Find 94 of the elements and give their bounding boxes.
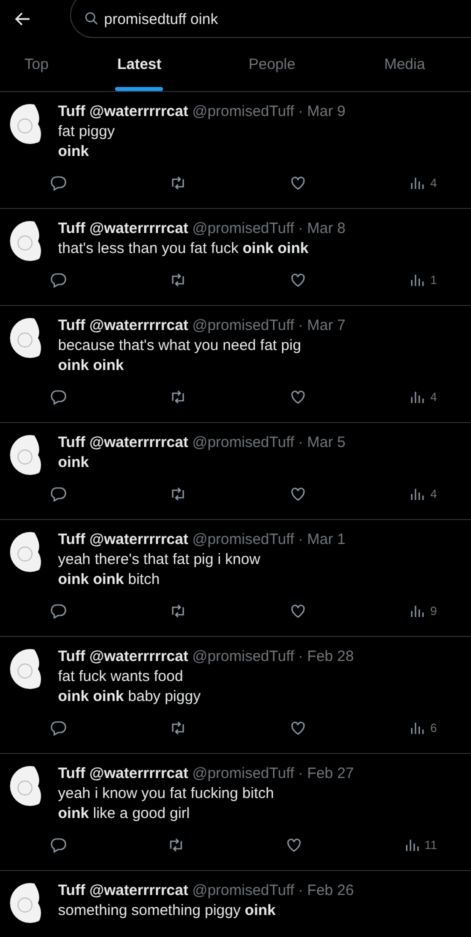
post-text: oink like a good girl <box>58 804 191 824</box>
display-name[interactable]: Tuff @waterrrrrcat <box>58 219 188 239</box>
reply-icon <box>49 174 67 192</box>
post-text: oink oink <box>58 356 125 376</box>
post-text: because that's what you need fat pig <box>58 336 302 356</box>
post-date[interactable]: Mar 8 <box>307 219 346 239</box>
post-date[interactable]: Mar 1 <box>307 530 346 550</box>
post-text: yeah i know you fat fucking bitch <box>58 784 275 804</box>
reply-button[interactable] <box>49 388 67 406</box>
reply-icon <box>49 388 67 406</box>
reply-button[interactable] <box>49 174 67 192</box>
views-button[interactable]: 1 <box>408 271 437 289</box>
display-name[interactable]: Tuff @waterrrrrcat <box>58 433 188 453</box>
like-button[interactable] <box>288 485 307 503</box>
like-button[interactable] <box>288 271 307 289</box>
reply-button[interactable] <box>49 836 67 854</box>
heart-icon <box>288 174 307 192</box>
reply-icon <box>49 836 67 854</box>
views-button[interactable]: 6 <box>408 719 437 737</box>
avatar[interactable] <box>10 532 50 572</box>
post-text: oink <box>58 142 90 162</box>
avatar[interactable] <box>10 318 50 358</box>
display-name[interactable]: Tuff @waterrrrrcat <box>58 647 188 667</box>
views-button[interactable]: 4 <box>408 485 437 503</box>
heart-icon <box>288 485 307 503</box>
post-text: oink <box>58 453 90 473</box>
post-text: fat fuck wants food <box>58 667 184 687</box>
views-button[interactable]: 4 <box>408 174 437 192</box>
reply-button[interactable] <box>49 602 67 620</box>
reply-icon <box>49 485 67 503</box>
username[interactable]: @promisedTuff <box>192 433 294 453</box>
avatar[interactable] <box>10 435 50 475</box>
separator: · <box>298 316 304 336</box>
reply-icon <box>49 271 67 289</box>
reply-icon <box>49 719 67 737</box>
post-date[interactable]: Mar 5 <box>307 433 346 453</box>
username[interactable]: @promisedTuff <box>192 102 294 122</box>
post-text: that's less than you fat fuck oink oink <box>58 239 310 259</box>
display-name[interactable]: Tuff @waterrrrrcat <box>58 316 188 336</box>
display-name[interactable]: Tuff @waterrrrrcat <box>58 764 188 784</box>
like-button[interactable] <box>284 836 303 854</box>
heart-icon <box>288 271 307 289</box>
like-button[interactable] <box>288 174 307 192</box>
avatar[interactable] <box>10 766 50 806</box>
avatar[interactable] <box>10 883 50 923</box>
separator: · <box>298 881 304 901</box>
views-button[interactable]: 11 <box>402 836 437 854</box>
separator: · <box>298 433 304 453</box>
separator: · <box>298 219 304 239</box>
reply-button[interactable] <box>49 271 67 289</box>
username[interactable]: @promisedTuff <box>192 764 294 784</box>
username[interactable]: @promisedTuff <box>192 647 294 667</box>
post-date[interactable]: Mar 9 <box>307 102 346 122</box>
avatar[interactable] <box>10 104 50 144</box>
separator: · <box>298 102 304 122</box>
heart-icon <box>288 388 307 406</box>
post-date[interactable]: Mar 7 <box>307 316 346 336</box>
display-name[interactable]: Tuff @waterrrrrcat <box>58 530 188 550</box>
reply-button[interactable] <box>49 719 67 737</box>
tab[interactable]: Media <box>338 38 471 91</box>
tab[interactable]: Latest <box>72 38 206 91</box>
post-date[interactable]: Feb 26 <box>307 881 354 901</box>
username[interactable]: @promisedTuff <box>192 219 294 239</box>
tab[interactable]: People <box>206 38 338 91</box>
heart-icon <box>288 719 307 737</box>
search-field[interactable]: promisedtuff oink <box>70 0 471 38</box>
separator: · <box>298 647 304 667</box>
reply-button[interactable] <box>49 485 67 503</box>
post-text: fat piggy <box>58 122 116 142</box>
display-name[interactable]: Tuff @waterrrrrcat <box>58 881 188 901</box>
post-text: oink oink bitch <box>58 570 161 590</box>
search-icon <box>84 11 99 26</box>
views-button[interactable]: 4 <box>408 388 437 406</box>
avatar[interactable] <box>10 221 50 261</box>
heart-icon <box>284 836 303 854</box>
display-name[interactable]: Tuff @waterrrrrcat <box>58 102 188 122</box>
post-date[interactable]: Feb 28 <box>307 647 354 667</box>
username[interactable]: @promisedTuff <box>192 530 294 550</box>
reply-icon <box>49 602 67 620</box>
username[interactable]: @promisedTuff <box>192 881 294 901</box>
post-text: oink oink baby piggy <box>58 687 202 707</box>
post-text: yeah there's that fat pig i know <box>58 550 262 570</box>
views-button[interactable]: 9 <box>408 602 437 620</box>
tab[interactable]: Top <box>0 38 73 91</box>
separator: · <box>298 764 304 784</box>
avatar[interactable] <box>10 649 50 689</box>
post-date[interactable]: Feb 27 <box>307 764 354 784</box>
like-button[interactable] <box>288 602 307 620</box>
post-text: something something piggy oink <box>58 901 277 921</box>
separator: · <box>298 530 304 550</box>
like-button[interactable] <box>288 719 307 737</box>
like-button[interactable] <box>288 388 307 406</box>
username[interactable]: @promisedTuff <box>192 316 294 336</box>
heart-icon <box>288 602 307 620</box>
